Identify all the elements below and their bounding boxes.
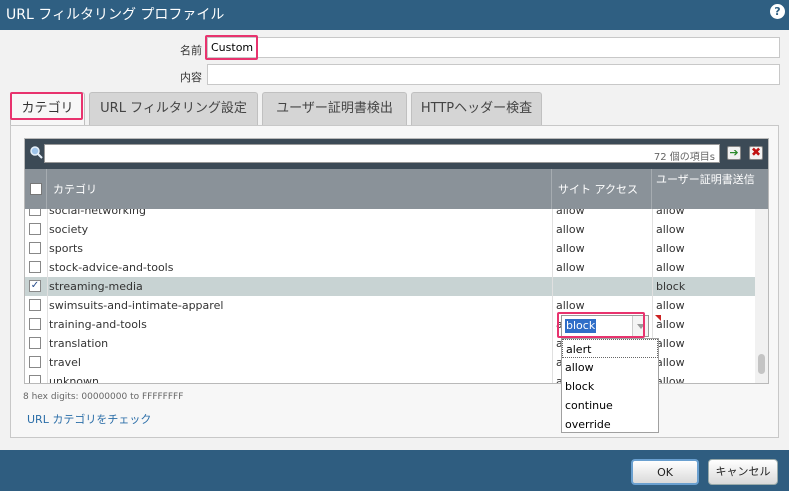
row-site-access[interactable]: allow [556,261,585,274]
row-category: social-networking [49,209,147,217]
dialog-footer: OK キャンセル [0,450,789,491]
row-category: society [49,223,89,236]
row-credential[interactable]: allow [656,261,685,274]
name-input[interactable] [207,37,780,58]
dropdown-option-block[interactable]: block [562,377,658,396]
row-checkbox[interactable] [29,209,41,216]
header-category-label: カテゴリ [53,183,97,196]
hex-digits-hint: 8 hex digits: 00000000 to FFFFFFFF [23,392,184,402]
table-row[interactable]: sports allow allow [25,239,755,258]
row-checkbox[interactable] [29,318,41,330]
row-checkbox[interactable] [29,299,41,311]
grid-scrollbar[interactable] [755,209,768,383]
tab-category-label: カテゴリ [21,101,74,116]
row-site-access[interactable]: allow [556,299,585,312]
header-select-cell [25,169,47,209]
row-credential[interactable]: allow [656,223,685,236]
row-credential[interactable]: allow [656,375,685,383]
row-checkbox[interactable] [29,261,41,273]
search-icon [30,146,43,159]
site-access-combo-value[interactable]: block [565,319,597,333]
scrollbar-thumb[interactable] [758,354,765,374]
tab-user-credential-detection[interactable]: ユーザー証明書検出 [262,92,407,125]
dropdown-option-continue[interactable]: continue [562,396,658,415]
site-access-dropdown[interactable]: alert allow block continue override [561,338,659,433]
row-category: swimsuits-and-intimate-apparel [49,299,224,312]
header-credential-label: ユーザー証明書送信 [656,173,755,186]
row-credential[interactable]: allow [656,356,685,369]
row-category: training-and-tools [49,318,147,331]
row-checkbox[interactable] [29,337,41,349]
dialog-body: 名前 内容 カテゴリ URL フィルタリング設定 ユーザー証明書検出 HTTPヘ… [0,30,789,450]
dirty-marker-icon [655,315,661,321]
row-credential[interactable]: block [656,280,685,293]
grid-header: カテゴリ サイト アクセス ユーザー証明書送信 [25,169,768,209]
apply-filter-icon[interactable]: ➔ [727,146,741,160]
tab-url-filtering-settings[interactable]: URL フィルタリング設定 [89,92,258,125]
site-access-combo[interactable]: block [561,315,649,337]
description-input[interactable] [207,64,780,85]
clear-filter-icon[interactable]: ✖ [749,146,763,160]
dialog-title: URL フィルタリング プロファイル [6,7,225,23]
row-category: streaming-media [49,280,143,293]
row-category: stock-advice-and-tools [49,261,174,274]
row-checkbox[interactable] [29,223,41,235]
description-label: 内容 [180,71,202,84]
check-url-category-link[interactable]: URL カテゴリをチェック [27,411,151,427]
header-site-access-label: サイト アクセス [558,183,638,196]
tab-user-credential-detection-label: ユーザー証明書検出 [276,101,393,116]
table-row[interactable]: society allow allow [25,220,755,239]
tab-http-header-inspection-label: HTTPヘッダー検査 [420,101,533,116]
dialog-titlebar: URL フィルタリング プロファイル ? [0,0,789,30]
row-category: travel [49,356,81,369]
row-site-access[interactable]: allow [556,242,585,255]
search-input[interactable]: 72 個の項目s [44,144,720,163]
header-category[interactable]: カテゴリ [47,169,552,209]
table-row[interactable]: swimsuits-and-intimate-apparel allow all… [25,296,755,315]
header-credential[interactable]: ユーザー証明書送信 [652,169,768,209]
cancel-button[interactable]: キャンセル [708,459,778,485]
dropdown-option-allow[interactable]: allow [562,358,658,377]
chevron-down-icon[interactable] [632,316,648,336]
row-credential[interactable]: allow [656,209,685,217]
row-credential[interactable]: allow [656,337,685,350]
row-credential[interactable]: allow [656,242,685,255]
category-grid: 72 個の項目s ➔ ✖ カテゴリ サイト アクセス ユーザー証明書送信 soc… [24,138,769,433]
column-divider [552,209,553,383]
table-row[interactable]: social-networking allow allow [25,209,755,220]
grid-toolbar: 72 個の項目s ➔ ✖ [25,139,768,169]
table-row[interactable]: stock-advice-and-tools allow allow [25,258,755,277]
table-row-selected[interactable]: ✓ streaming-media block [25,277,755,296]
name-label: 名前 [180,44,202,57]
dropdown-option-override[interactable]: override [562,415,658,434]
row-checkbox[interactable] [29,356,41,368]
row-category: translation [49,337,109,350]
header-site-access[interactable]: サイト アクセス [552,169,652,209]
row-category: sports [49,242,84,255]
column-divider [47,209,48,383]
row-site-access[interactable]: allow [556,209,585,217]
select-all-checkbox[interactable] [30,183,42,195]
row-checkbox[interactable] [29,242,41,254]
row-checkbox-checked[interactable]: ✓ [29,280,41,292]
tab-category[interactable]: カテゴリ [10,92,85,126]
tab-http-header-inspection[interactable]: HTTPヘッダー検査 [411,92,542,125]
row-site-access[interactable]: allow [556,223,585,236]
row-credential[interactable]: allow [656,299,685,312]
ok-button[interactable]: OK [631,459,699,485]
row-category: unknown [49,375,99,383]
row-checkbox[interactable] [29,375,41,383]
dropdown-option-alert[interactable]: alert [562,339,658,358]
help-icon[interactable]: ? [770,4,785,19]
category-tab-panel: 72 個の項目s ➔ ✖ カテゴリ サイト アクセス ユーザー証明書送信 soc… [10,125,779,438]
item-count: 72 個の項目s [653,152,715,163]
tab-url-filtering-settings-label: URL フィルタリング設定 [100,101,247,116]
